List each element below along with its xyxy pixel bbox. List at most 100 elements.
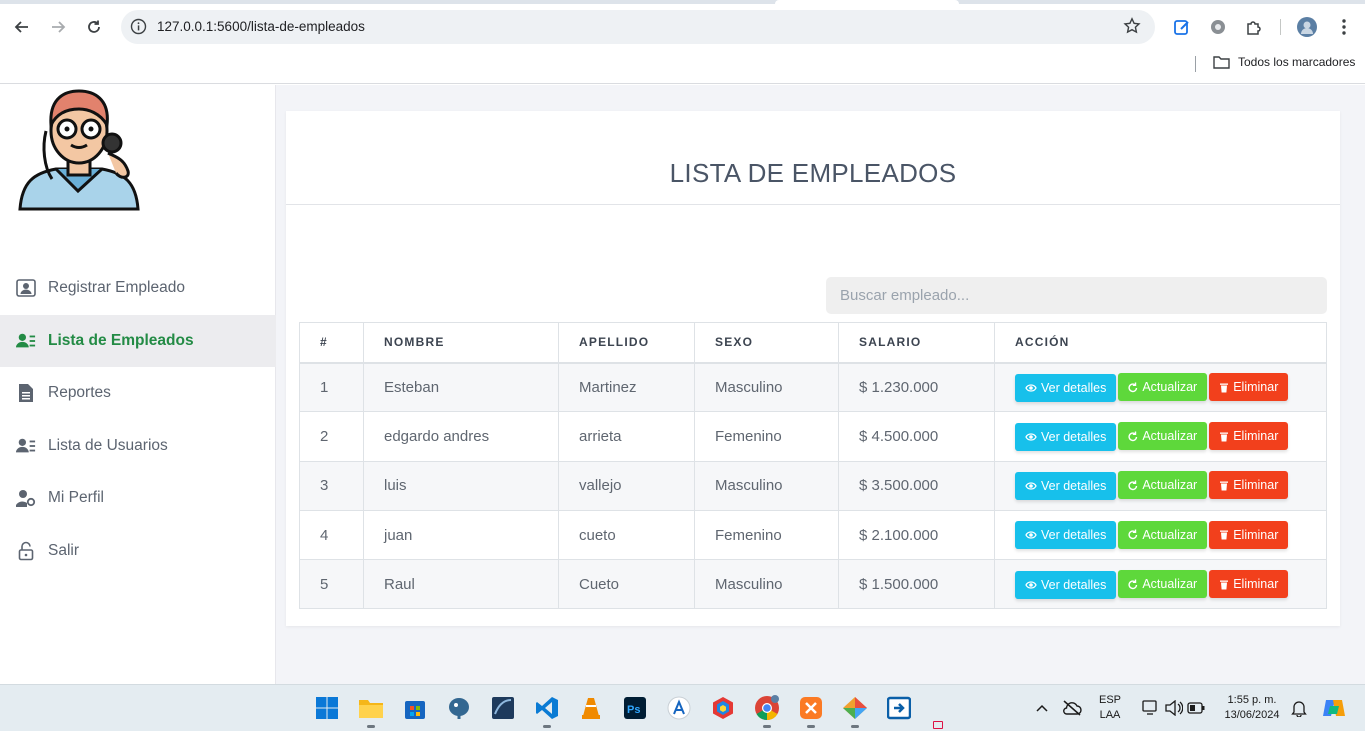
copilot-icon[interactable] (1320, 694, 1348, 722)
delete-button[interactable]: Eliminar (1209, 520, 1289, 549)
cell-salario: $ 1.230.000 (838, 361, 995, 413)
sidebar-item-label: Reportes (48, 384, 111, 402)
button-label: Ver detalles (1041, 380, 1107, 395)
back-icon[interactable] (11, 16, 33, 38)
refresh-icon (1128, 431, 1138, 442)
edit-extension-icon[interactable] (1172, 17, 1192, 37)
sidebar-item-mi-perfil[interactable]: Mi Perfil (0, 472, 276, 525)
cell-number: 4 (299, 509, 364, 561)
url-text: 127.0.0.1:5600/lista-de-empleados (157, 19, 365, 34)
cell-accion: Ver detalles Actualizar Eliminar (994, 509, 1327, 561)
profile-avatar-icon[interactable] (1297, 17, 1317, 37)
search-input[interactable] (826, 277, 1327, 314)
page-title: LISTA DE EMPLEADOS (669, 158, 957, 188)
trash-icon (1219, 529, 1229, 540)
refresh-icon (1128, 579, 1138, 590)
update-button[interactable]: Actualizar (1118, 373, 1208, 402)
button-label: Ver detalles (1041, 478, 1107, 493)
delete-button[interactable]: Eliminar (1209, 373, 1289, 402)
unlock-icon (16, 541, 36, 561)
view-details-button[interactable]: Ver detalles (1015, 422, 1117, 451)
bookmarks-folder-label: Todos los marcadores (1238, 55, 1356, 69)
running-indicator (543, 725, 551, 728)
update-button[interactable]: Actualizar (1118, 520, 1208, 549)
site-info-icon[interactable] (130, 18, 147, 40)
store-icon[interactable] (401, 694, 429, 722)
mysql-workbench-icon[interactable] (489, 694, 517, 722)
cloud-offline-icon[interactable] (1058, 694, 1086, 722)
refresh-icon (1128, 382, 1138, 393)
eye-icon (1025, 530, 1037, 540)
chrome-icon[interactable] (753, 694, 781, 722)
delete-button[interactable]: Eliminar (1209, 570, 1289, 599)
view-details-button[interactable]: Ver detalles (1015, 471, 1117, 500)
forward-icon[interactable] (47, 16, 69, 38)
delete-button[interactable]: Eliminar (1209, 471, 1289, 500)
sidebar-item-label: Salir (48, 541, 80, 559)
cell-number: 1 (299, 361, 364, 413)
update-button[interactable]: Actualizar (1118, 570, 1208, 599)
page-content: Registrar Empleado Lista de Empleados Re… (0, 85, 1365, 684)
update-button[interactable]: Actualizar (1118, 471, 1208, 500)
running-indicator (851, 725, 859, 728)
all-bookmarks-folder[interactable]: Todos los marcadores (1213, 55, 1355, 69)
cell-sexo: Femenino (694, 509, 839, 561)
cell-nombre: Esteban (363, 361, 559, 413)
cell-nombre: edgardo andres (363, 411, 559, 462)
vlc-icon[interactable] (577, 694, 605, 722)
bookmark-star-icon[interactable] (1123, 17, 1141, 40)
refresh-icon (1128, 480, 1138, 491)
button-label: Actualizar (1142, 527, 1198, 542)
extension-icon[interactable] (1208, 17, 1228, 37)
postgresql-icon[interactable] (445, 694, 473, 722)
trash-icon (1219, 480, 1229, 491)
column-header-apellido: APELLIDO (558, 322, 695, 364)
reload-icon[interactable] (83, 16, 105, 38)
show-hidden-icons-chevron[interactable] (1028, 694, 1056, 722)
keyboard-layout: LAA (1099, 709, 1121, 721)
sidebar-item-reportes[interactable]: Reportes (0, 367, 276, 420)
delete-button[interactable]: Eliminar (1209, 422, 1289, 451)
address-bar[interactable]: 127.0.0.1:5600/lista-de-empleados (121, 10, 1155, 44)
cell-sexo: Femenino (694, 411, 839, 462)
battery-icon[interactable] (1182, 694, 1210, 722)
card-header: LISTA DE EMPLEADOS (286, 111, 1340, 205)
windows-start-icon[interactable] (313, 694, 341, 722)
view-details-button[interactable]: Ver detalles (1015, 570, 1117, 599)
button-label: Actualizar (1142, 429, 1198, 444)
employees-table: # NOMBRE APELLIDO SEXO SALARIO ACCIÓN 1E… (299, 322, 1327, 610)
update-button[interactable]: Actualizar (1118, 422, 1208, 451)
table-row: 5 Raul Cueto Masculino $ 1.500.000 Ver detall… (299, 559, 1327, 610)
clock[interactable]: 1:55 p. m. 13/06/2024 (1216, 693, 1288, 723)
app-logo-avatar (16, 87, 142, 211)
cell-salario: $ 3.500.000 (838, 460, 995, 511)
notification-bell-icon[interactable] (1285, 694, 1313, 722)
hexagon-app-icon[interactable] (709, 694, 737, 722)
cell-accion: Ver detalles Actualizar Eliminar (994, 361, 1327, 413)
vscode-icon[interactable] (533, 694, 561, 722)
view-details-button[interactable]: Ver detalles (1015, 373, 1117, 402)
file-explorer-icon[interactable] (357, 694, 385, 722)
remote-desktop-icon[interactable] (885, 694, 913, 722)
git-diamond-icon[interactable] (841, 694, 869, 722)
table-row: 4 juan cueto Femenino $ 2.100.000 Ver detalle… (299, 509, 1327, 561)
sidebar-item-salir[interactable]: Salir (0, 525, 276, 578)
puzzle-icon[interactable] (1244, 17, 1264, 37)
view-details-button[interactable]: Ver detalles (1015, 521, 1117, 550)
photoshop-icon[interactable]: Ps (621, 694, 649, 722)
sidebar-item-lista-de-empleados[interactable]: Lista de Empleados (0, 314, 276, 367)
sidebar-menu: Registrar Empleado Lista de Empleados Re… (0, 262, 276, 577)
sidebar-item-lista-de-usuarios[interactable]: Lista de Usuarios (0, 420, 276, 473)
cell-nombre: juan (363, 509, 559, 561)
input-language[interactable]: ESP LAA (1094, 693, 1126, 723)
app-a-icon[interactable] (665, 694, 693, 722)
xampp-icon[interactable] (797, 694, 825, 722)
eye-icon (1025, 383, 1037, 393)
bookmarks-bar: Todos los marcadores (0, 50, 1365, 84)
table-row: 1 Esteban Martinez Masculino $ 1.230.000 Ver … (299, 361, 1327, 413)
sidebar-item-registrar-empleado[interactable]: Registrar Empleado (0, 262, 276, 315)
cell-number: 2 (299, 411, 364, 462)
user-register-icon (16, 278, 36, 298)
folder-icon (1213, 56, 1230, 69)
menu-kebab-icon[interactable] (1334, 17, 1354, 37)
